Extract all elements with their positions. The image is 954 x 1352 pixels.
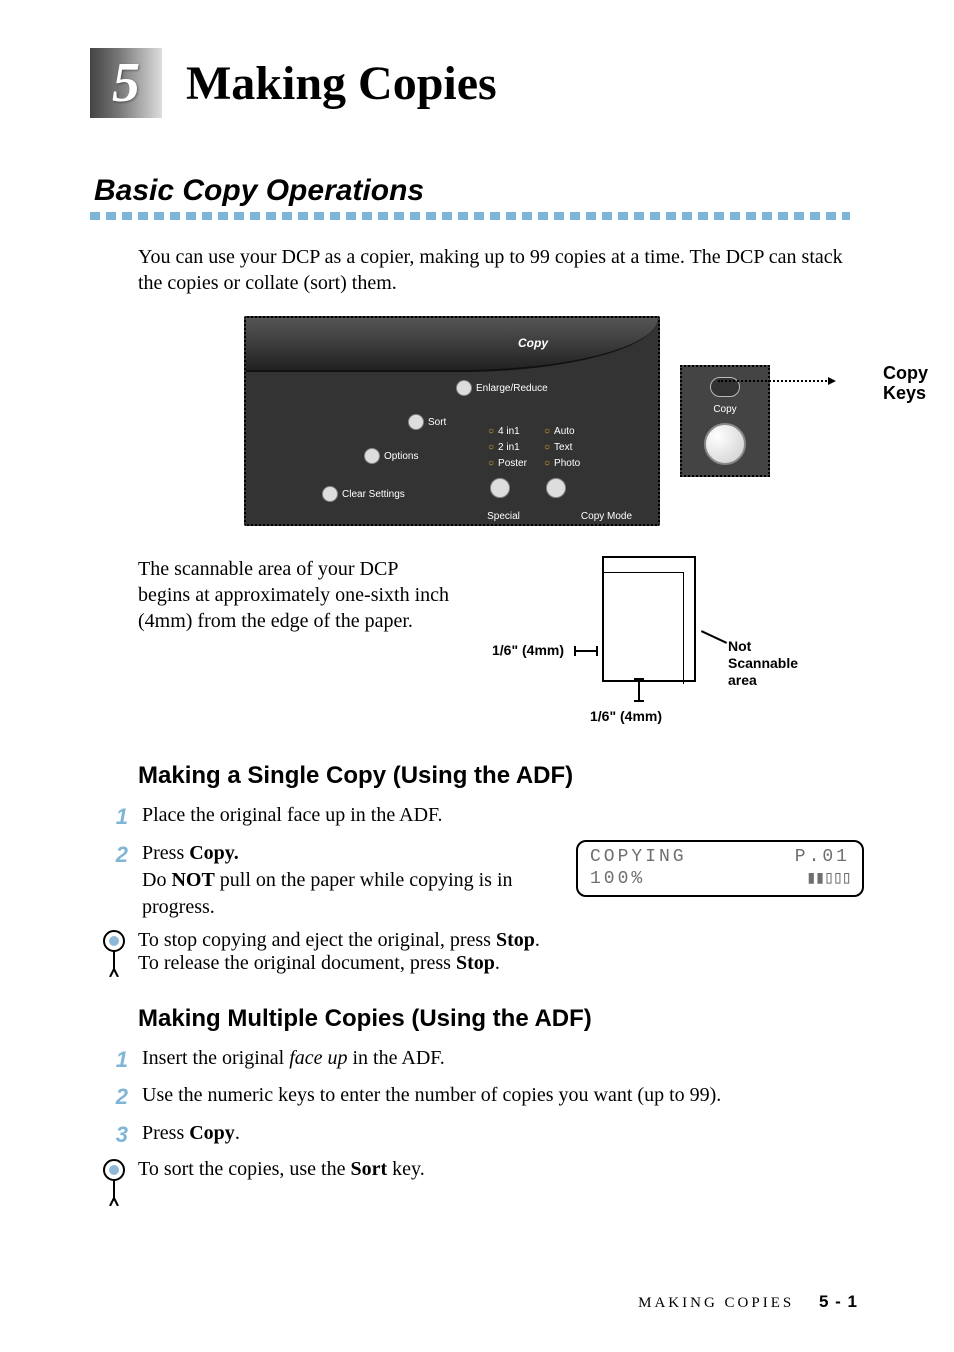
running-head: MAKING COPIES: [638, 1295, 794, 1311]
scannable-area-text: The scannable area of your DCP begins at…: [138, 556, 450, 634]
step-number: 3: [106, 1120, 128, 1150]
chapter-title: Making Copies: [186, 56, 497, 111]
lcd-page: P.01: [795, 846, 850, 869]
chapter-number-badge: 5: [90, 48, 162, 118]
control-panel-illustration: Copy Enlarge/Reduce Sort Options Clear S…: [244, 316, 660, 526]
scannable-area-diagram: 1/6" (4mm) 1/6" (4mm) Not Scannable area: [480, 556, 824, 736]
step-number: 1: [106, 1045, 128, 1075]
note-text: To sort the copies, use the Sort key.: [138, 1158, 425, 1181]
note-icon: [100, 929, 128, 983]
step-text: Press Copy.: [142, 1120, 864, 1150]
section-title: Basic Copy Operations: [94, 174, 864, 208]
step-text: Use the numeric keys to enter the number…: [142, 1082, 864, 1112]
copy-keys-label: Copy Keys: [883, 364, 928, 404]
lcd-progress: ▮▮▯▯▯: [806, 868, 850, 891]
section-rule: [90, 212, 850, 220]
copy-button-icon: [704, 423, 746, 465]
page-footer: MAKING COPIES 5 - 1: [638, 1292, 858, 1312]
multi-copy-heading: Making Multiple Copies (Using the ADF): [138, 1005, 864, 1033]
note-sort-copies: To sort the copies, use the Sort key.: [100, 1158, 864, 1212]
multi-step-1: 1 Insert the original face up in the ADF…: [106, 1045, 864, 1075]
page-number: 5 - 1: [819, 1292, 858, 1311]
copy-button-text: Copy: [713, 404, 736, 415]
scan-not-scannable-label: Not Scannable area: [728, 638, 798, 688]
step-number: 2: [106, 1082, 128, 1112]
multi-step-2: 2 Use the numeric keys to enter the numb…: [106, 1082, 864, 1112]
scan-dim-left: 1/6" (4mm): [492, 642, 564, 658]
note-text: To stop copying and eject the original, …: [138, 929, 540, 975]
single-step-2: 2 Press Copy. Do NOT pull on the paper w…: [106, 840, 864, 921]
scan-dim-bottom: 1/6" (4mm): [590, 708, 662, 724]
lcd-display: COPYING P.01 100% ▮▮▯▯▯: [576, 840, 864, 897]
lcd-zoom: 100%: [590, 868, 645, 891]
multi-step-3: 3 Press Copy.: [106, 1120, 864, 1150]
step-text: Place the original face up in the ADF.: [142, 802, 864, 832]
note-stop-copying: To stop copying and eject the original, …: [100, 929, 864, 983]
single-step-1: 1 Place the original face up in the ADF.: [106, 802, 864, 832]
step-text: Insert the original face up in the ADF.: [142, 1045, 864, 1075]
copy-keys-diagram: Copy Enlarge/Reduce Sort Options Clear S…: [150, 316, 864, 526]
step-text: Press Copy. Do NOT pull on the paper whi…: [142, 840, 562, 921]
note-icon: [100, 1158, 128, 1212]
intro-paragraph: You can use your DCP as a copier, making…: [138, 244, 864, 296]
step-number: 2: [106, 840, 128, 870]
lcd-status: COPYING: [590, 846, 687, 869]
chapter-header: 5 Making Copies: [90, 48, 864, 118]
panel-copy-label: Copy: [518, 336, 548, 350]
step-number: 1: [106, 802, 128, 832]
single-copy-heading: Making a Single Copy (Using the ADF): [138, 762, 864, 790]
scannable-area-block: The scannable area of your DCP begins at…: [138, 556, 864, 736]
